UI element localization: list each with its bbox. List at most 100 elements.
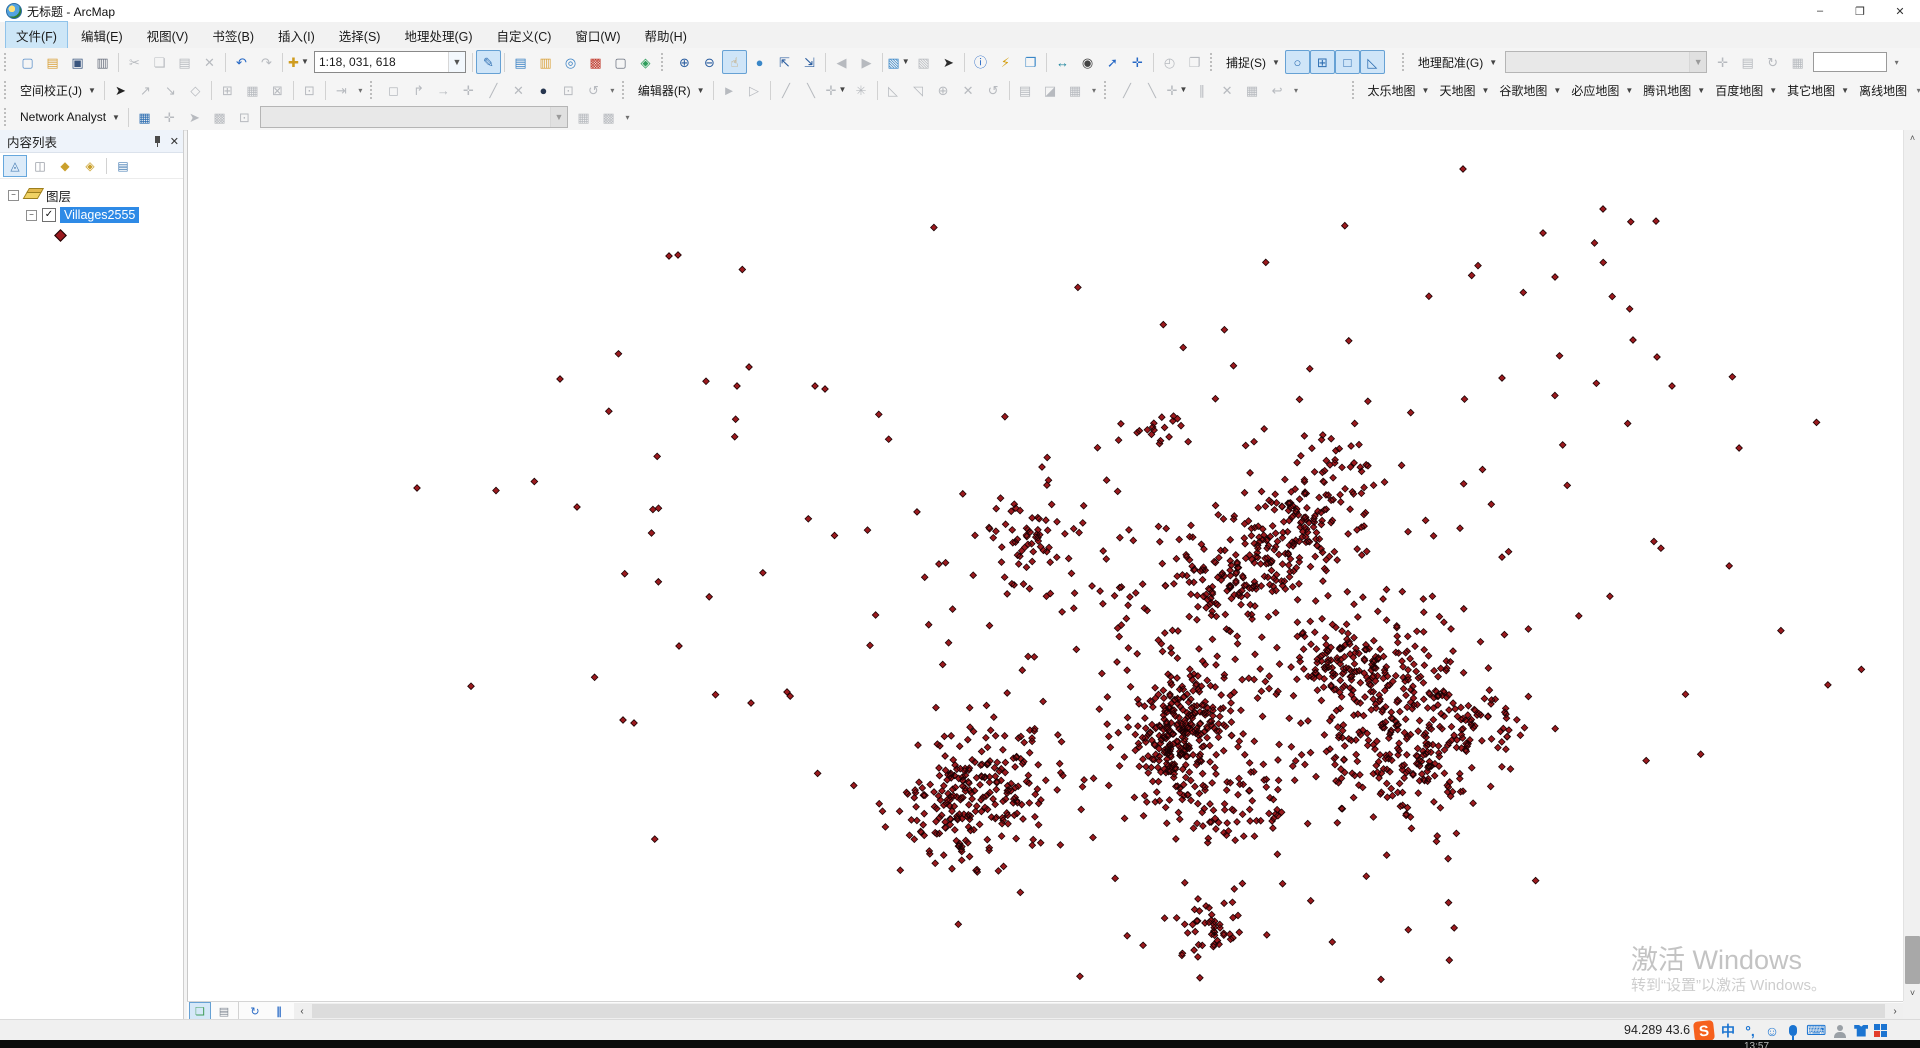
toc-options-button[interactable]: ▤ [111, 155, 135, 177]
identify-button[interactable]: ⓘ [968, 50, 993, 74]
go-forward-extent-button[interactable]: ▶ [854, 50, 879, 74]
toolbar-overflow[interactable]: ▾ [1088, 79, 1101, 101]
bing-maps-button[interactable]: 必应地图▼ [1566, 79, 1638, 102]
toolbar-overflow[interactable]: ▾ [354, 79, 367, 101]
toolbar-grip[interactable] [622, 81, 628, 99]
create-viewer-window-button[interactable]: ❐ [1182, 50, 1207, 74]
georeferencing-text-input[interactable] [1813, 52, 1887, 72]
toolbar-grip[interactable] [1352, 81, 1358, 99]
select-move-network-location-button[interactable]: ➤ [182, 105, 207, 129]
toolbar-grip[interactable] [4, 81, 10, 99]
layer-name-label[interactable]: Villages2555 [60, 207, 139, 223]
sketch-properties-button[interactable]: ◪ [1038, 78, 1063, 102]
toolbar-overflow[interactable]: ▾ [1912, 79, 1920, 101]
generalize-button[interactable]: ▦ [1240, 78, 1265, 102]
full-extent-button[interactable]: ● [747, 50, 772, 74]
planarize-lines-button[interactable]: ✕ [506, 78, 531, 102]
scroll-down-icon[interactable]: ˅ [1904, 985, 1920, 1001]
offline-maps-button[interactable]: 离线地图 [1854, 79, 1912, 102]
network-analyst-window-button[interactable]: ▦ [132, 105, 157, 129]
zoom-in-button[interactable]: ⊕ [672, 50, 697, 74]
fixed-zoom-in-button[interactable]: ⇱ [772, 50, 797, 74]
vertical-scroll-thumb[interactable] [1905, 936, 1920, 984]
network-dataset-properties-button[interactable]: ▦ [571, 105, 596, 129]
point-symbol-icon[interactable] [54, 229, 67, 242]
toolbar-overflow[interactable]: ▾ [606, 79, 619, 101]
toolbar-grip[interactable] [1104, 81, 1110, 99]
delete-sketch-button[interactable]: ✕ [1215, 78, 1240, 102]
list-by-selection-button[interactable]: ◈ [78, 155, 102, 177]
google-maps-button[interactable]: 谷歌地图▼ [1494, 79, 1566, 102]
list-by-visibility-button[interactable]: ◆ [53, 155, 77, 177]
close-button[interactable]: ✕ [1880, 0, 1920, 22]
advanced-tool-palette-button[interactable]: ✛▼ [1165, 78, 1190, 102]
menu-customize[interactable]: 自定义(C) [486, 21, 563, 50]
modify-link-button[interactable]: ↘ [158, 78, 183, 102]
map-view[interactable]: 激活 Windows 转到“设置”以激活 Windows。 [187, 130, 1904, 1001]
time-slider-button[interactable]: ◴ [1157, 50, 1182, 74]
toc-layer-villages2555[interactable]: − ✓ Villages2555 [0, 205, 183, 225]
parallel-copy-button[interactable]: ∥ [1190, 78, 1215, 102]
list-by-drawing-order-button[interactable]: ◬ [3, 155, 27, 177]
fillet-button[interactable]: ╲ [1140, 78, 1165, 102]
punctuation-icon[interactable]: °, [1742, 1022, 1758, 1040]
microphone-icon[interactable] [1789, 1025, 1797, 1036]
go-to-xy-button[interactable]: ✛ [1125, 50, 1150, 74]
pause-drawing-button[interactable]: ∥ [268, 1002, 290, 1020]
split-tool-button[interactable]: ⊕ [931, 78, 956, 102]
map-topology-button[interactable]: ⊡ [556, 78, 581, 102]
edit-annotation-tool-button[interactable]: ▷ [742, 78, 767, 102]
menu-bookmarks[interactable]: 书签(B) [201, 21, 265, 50]
layer-symbol-row[interactable] [0, 225, 183, 245]
select-elements-button[interactable]: ➤ [936, 50, 961, 74]
horizontal-scroll-thumb[interactable] [312, 1004, 1885, 1018]
find-route-button[interactable]: ➚ [1100, 50, 1125, 74]
cut-polygons-button[interactable]: ◹ [906, 78, 931, 102]
georeferencing-layer-combobox[interactable]: ▼ [1505, 51, 1707, 73]
map-scale-combobox[interactable]: 1:18, 031, 618▼ [314, 51, 466, 73]
georeferencing-menu[interactable]: 地理配准(G)▼ [1413, 51, 1502, 74]
menu-window[interactable]: 窗口(W) [564, 21, 631, 50]
preview-window-button[interactable]: ◇ [183, 78, 208, 102]
editor-menu[interactable]: 编辑器(R)▼ [633, 79, 710, 102]
sogou-icon[interactable]: S [1693, 1020, 1715, 1042]
rotate-tool-button[interactable]: ↺ [981, 78, 1006, 102]
network-identify-button[interactable]: ▩ [596, 105, 621, 129]
go-back-extent-button[interactable]: ◀ [829, 50, 854, 74]
adjustment-preview-button[interactable]: ⊡ [297, 78, 322, 102]
measure-button[interactable]: ↔ [1050, 50, 1075, 74]
network-dataset-combobox[interactable]: ▼ [260, 106, 568, 128]
layer-visibility-checkbox[interactable]: ✓ [42, 208, 56, 222]
spatial-adjustment-menu[interactable]: 空间校正(J)▼ [15, 79, 101, 102]
straight-segment-button[interactable]: ╱ [774, 78, 799, 102]
toolbar-grip[interactable] [661, 53, 667, 71]
adjustment-select-button[interactable]: ➤ [108, 78, 133, 102]
view-link-table-adjust-button[interactable]: ⊞ [215, 78, 240, 102]
directions-window-button[interactable]: ⊡ [232, 105, 257, 129]
create-network-location-button[interactable]: ✛ [157, 105, 182, 129]
search-window-button[interactable]: ◎ [558, 50, 583, 74]
toc-root-layers[interactable]: − 图层 [0, 185, 183, 205]
pan-button[interactable]: ☝ [722, 50, 747, 74]
auto-registration-button[interactable]: ▦ [1785, 50, 1810, 74]
attributes-window-button[interactable]: ▤ [1013, 78, 1038, 102]
scroll-left-icon[interactable]: ‹ [294, 1003, 310, 1019]
copy-line-button[interactable]: ╱ [1115, 78, 1140, 102]
menu-selection[interactable]: 选择(S) [328, 21, 392, 50]
refresh-view-button[interactable]: ↻ [244, 1002, 266, 1020]
collapse-icon[interactable]: − [26, 210, 37, 221]
python-window-button[interactable]: ▢ [608, 50, 633, 74]
network-analyst-menu[interactable]: Network Analyst▼ [15, 107, 125, 127]
new-displacement-link-button[interactable]: ↗ [133, 78, 158, 102]
reshape-feature-button[interactable]: ◺ [881, 78, 906, 102]
chinese-mode-icon[interactable]: 中 [1720, 1022, 1736, 1040]
snapping-menu[interactable]: 捕捉(S)▼ [1221, 51, 1285, 74]
table-of-contents-window-button[interactable]: ▤ [508, 50, 533, 74]
validate-topology-button[interactable]: ↺ [581, 78, 606, 102]
modelbuilder-window-button[interactable]: ◈ [633, 50, 658, 74]
menu-edit[interactable]: 编辑(E) [70, 21, 134, 50]
build-network-button[interactable]: ▩ [207, 105, 232, 129]
skin-icon[interactable] [1854, 1025, 1868, 1037]
account-icon[interactable] [1834, 1025, 1846, 1037]
print-button[interactable]: ▥ [90, 50, 115, 74]
